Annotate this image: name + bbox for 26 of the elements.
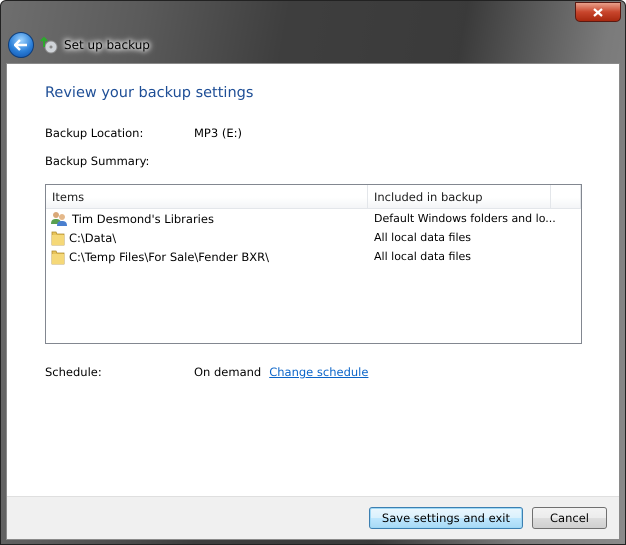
page-heading: Review your backup settings <box>45 85 254 101</box>
location-label: Backup Location: <box>45 126 144 140</box>
column-header[interactable]: Included in backup <box>368 185 551 208</box>
schedule-value: On demand <box>194 365 262 379</box>
column-header[interactable]: Items <box>46 185 368 208</box>
summary-label: Backup Summary: <box>45 154 150 168</box>
included-cell: All local data files <box>374 231 472 244</box>
users-icon <box>51 211 68 226</box>
back-button[interactable] <box>8 32 34 58</box>
location-value: MP3 (E:) <box>194 126 242 140</box>
included-cell: Default Windows folders and lo... <box>374 212 556 225</box>
save-button[interactable]: Save settings and exit <box>368 507 523 529</box>
schedule-label: Schedule: <box>45 365 103 379</box>
cancel-button[interactable]: Cancel <box>532 507 607 529</box>
folder-icon <box>51 230 65 246</box>
close-button[interactable] <box>575 2 621 22</box>
folder-icon <box>51 248 65 264</box>
back-arrow-icon <box>14 39 28 51</box>
window-title: Set up backup <box>64 38 150 52</box>
included-cell: All local data files <box>374 250 472 263</box>
change-schedule-link[interactable]: Change schedule <box>269 365 368 379</box>
item-cell: Tim Desmond's Libraries <box>72 212 214 226</box>
backup-icon <box>40 36 58 54</box>
item-cell: C:\Data\ <box>69 230 116 244</box>
item-cell: C:\Temp Files\For Sale\Fender BXR\ <box>69 250 270 264</box>
close-icon <box>593 8 603 16</box>
